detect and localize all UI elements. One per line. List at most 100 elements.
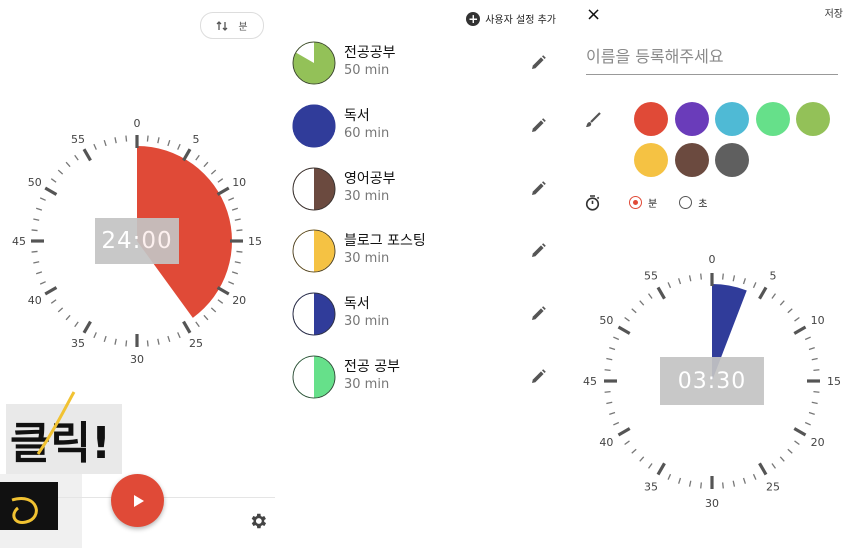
color-swatch[interactable] (796, 102, 830, 136)
play-button[interactable] (111, 474, 164, 527)
editor-dial-tick (794, 440, 800, 446)
dial-tick (182, 148, 192, 162)
sort-toggle-button[interactable]: 분 (200, 12, 264, 39)
dial-tick (44, 186, 58, 196)
editor-dial-tick (647, 293, 653, 299)
editor-dial-tick (700, 273, 702, 280)
editor-dial-tick (808, 347, 815, 351)
editor-dial-tick (804, 336, 811, 341)
dial-tick (167, 139, 171, 147)
dial-tick (195, 154, 200, 161)
dial-tick (177, 332, 181, 339)
dial-tick (228, 281, 235, 285)
editor-dial-tick (639, 456, 645, 462)
dial-minute-label: 45 (12, 235, 26, 248)
dial-tick (65, 161, 71, 168)
color-swatch[interactable] (675, 102, 709, 136)
editor-dial-tick (758, 286, 768, 300)
dial-tick (93, 332, 97, 339)
edit-pencil-icon[interactable] (528, 304, 548, 324)
time-unit-selector: 분 초 (629, 195, 707, 210)
color-swatch[interactable] (715, 102, 749, 136)
editor-dial-minute-label: 10 (811, 314, 825, 327)
edit-pencil-icon[interactable] (528, 179, 548, 199)
dial-tick (146, 135, 149, 142)
dial-minute-label: 50 (28, 176, 42, 189)
color-swatch[interactable] (634, 143, 668, 177)
editor-dial-tick (808, 411, 815, 415)
dial-tick (57, 307, 64, 313)
timer-preset-pie (292, 355, 336, 399)
editor-dial-tick (804, 421, 811, 426)
editor-dial-tick (667, 282, 672, 289)
editor-dial-tick (813, 369, 820, 371)
timer-list-item[interactable]: 전공공부 50 min (292, 38, 557, 88)
editor-dial-tick (779, 456, 785, 462)
editor-dial-tick (732, 275, 736, 282)
dial-minute-label: 55 (71, 133, 85, 146)
editor-dial-tick (624, 316, 630, 322)
editor-dial-minute-label: 30 (705, 497, 719, 510)
timer-preset-name: 전공공부 (344, 45, 396, 61)
timer-list-item[interactable]: 영어공부 30 min (292, 164, 557, 214)
timer-list-item[interactable]: 전공 공부 30 min (292, 352, 557, 402)
dial-tick (125, 340, 128, 347)
dial-tick (44, 286, 58, 296)
dial-minute-label: 10 (232, 176, 246, 189)
dial-tick (157, 338, 160, 345)
dial-tick (50, 299, 57, 304)
settings-gear-icon[interactable] (248, 511, 268, 531)
save-button[interactable]: 저장 (825, 5, 843, 20)
timer-name-input[interactable] (586, 45, 838, 75)
add-custom-timer-label: 사용자 설정 추가 (485, 15, 556, 26)
dial-tick (177, 143, 181, 150)
timer-preset-pie (292, 104, 336, 148)
dial-tick (182, 320, 192, 334)
timer-list-item[interactable]: 독서 60 min (292, 101, 557, 151)
editor-dial-tick (631, 448, 637, 454)
sort-label: 분 (238, 22, 248, 33)
seconds-radio[interactable] (679, 196, 693, 209)
color-swatch[interactable] (634, 102, 668, 136)
editor-dial-tick (604, 369, 611, 371)
timer-list-item[interactable]: 독서 30 min (292, 289, 557, 339)
timer-list-item[interactable]: 블로그 포스팅 30 min (292, 226, 557, 276)
dial-tick (157, 137, 160, 144)
color-swatch[interactable] (715, 143, 749, 177)
close-icon[interactable]: × (586, 4, 601, 25)
editor-dial-tick (678, 278, 682, 285)
dial-tick (33, 218, 40, 221)
timer-preset-pie (292, 292, 336, 336)
brush-icon (586, 112, 601, 127)
dial-tick (228, 197, 235, 201)
color-swatch[interactable] (756, 102, 790, 136)
dial-tick (31, 229, 38, 232)
editor-dial-tick (811, 401, 818, 405)
dial-tick (33, 261, 40, 264)
color-swatch[interactable] (675, 143, 709, 177)
timer-preset-pie (292, 41, 336, 85)
editor-dial-tick (771, 463, 777, 469)
seconds-radio-label: 초 (698, 199, 708, 210)
timer-preset-duration: 30 min (344, 251, 390, 267)
edit-pencil-icon[interactable] (528, 367, 548, 387)
dial-tick (203, 161, 209, 168)
dial-minute-label: 40 (28, 294, 42, 307)
add-custom-timer-button[interactable]: + 사용자 설정 추가 (466, 11, 556, 26)
edit-pencil-icon[interactable] (528, 241, 548, 261)
editor-dial-tick (794, 316, 800, 322)
dial-tick (82, 148, 92, 162)
editor-dial-tick (609, 411, 616, 415)
edit-pencil-icon[interactable] (528, 116, 548, 136)
editor-dial-minute-label: 20 (811, 436, 825, 449)
dial-tick (146, 340, 149, 347)
dial-tick (234, 261, 241, 264)
editor-dial-tick (656, 286, 666, 300)
edit-pencil-icon[interactable] (528, 53, 548, 73)
timer-list-panel: + 사용자 설정 추가 전공공부 50 min 독서 60 min 영어공부 30 min… (275, 0, 568, 548)
editor-dial-tick (793, 427, 807, 437)
editor-dial-tick (656, 462, 666, 476)
minutes-radio[interactable] (629, 196, 642, 209)
editor-dial-tick (771, 293, 777, 299)
editor-dial-minute-label: 35 (644, 481, 658, 494)
